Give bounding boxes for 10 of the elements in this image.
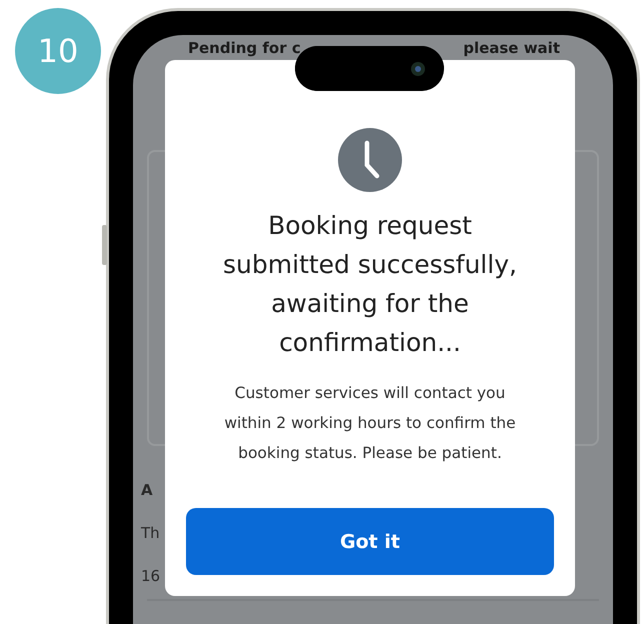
dialog-message: Customer services will contact you within 2 working hours to confirm the booking status. Please be patient. xyxy=(223,383,517,464)
got-it-button[interactable]: Got it xyxy=(186,508,554,575)
section-title: A xyxy=(141,480,153,501)
heading-text: Pending for c xyxy=(188,38,301,58)
heading-text: please wait xyxy=(463,38,560,58)
step-number-badge: 10 xyxy=(15,8,101,94)
clock-icon xyxy=(338,128,402,192)
dialog-title: Booking request submitted successfully, awaiting for the confirmation... xyxy=(222,210,518,359)
detail-text: Th xyxy=(141,523,160,544)
detail-text: 16 xyxy=(141,566,160,587)
